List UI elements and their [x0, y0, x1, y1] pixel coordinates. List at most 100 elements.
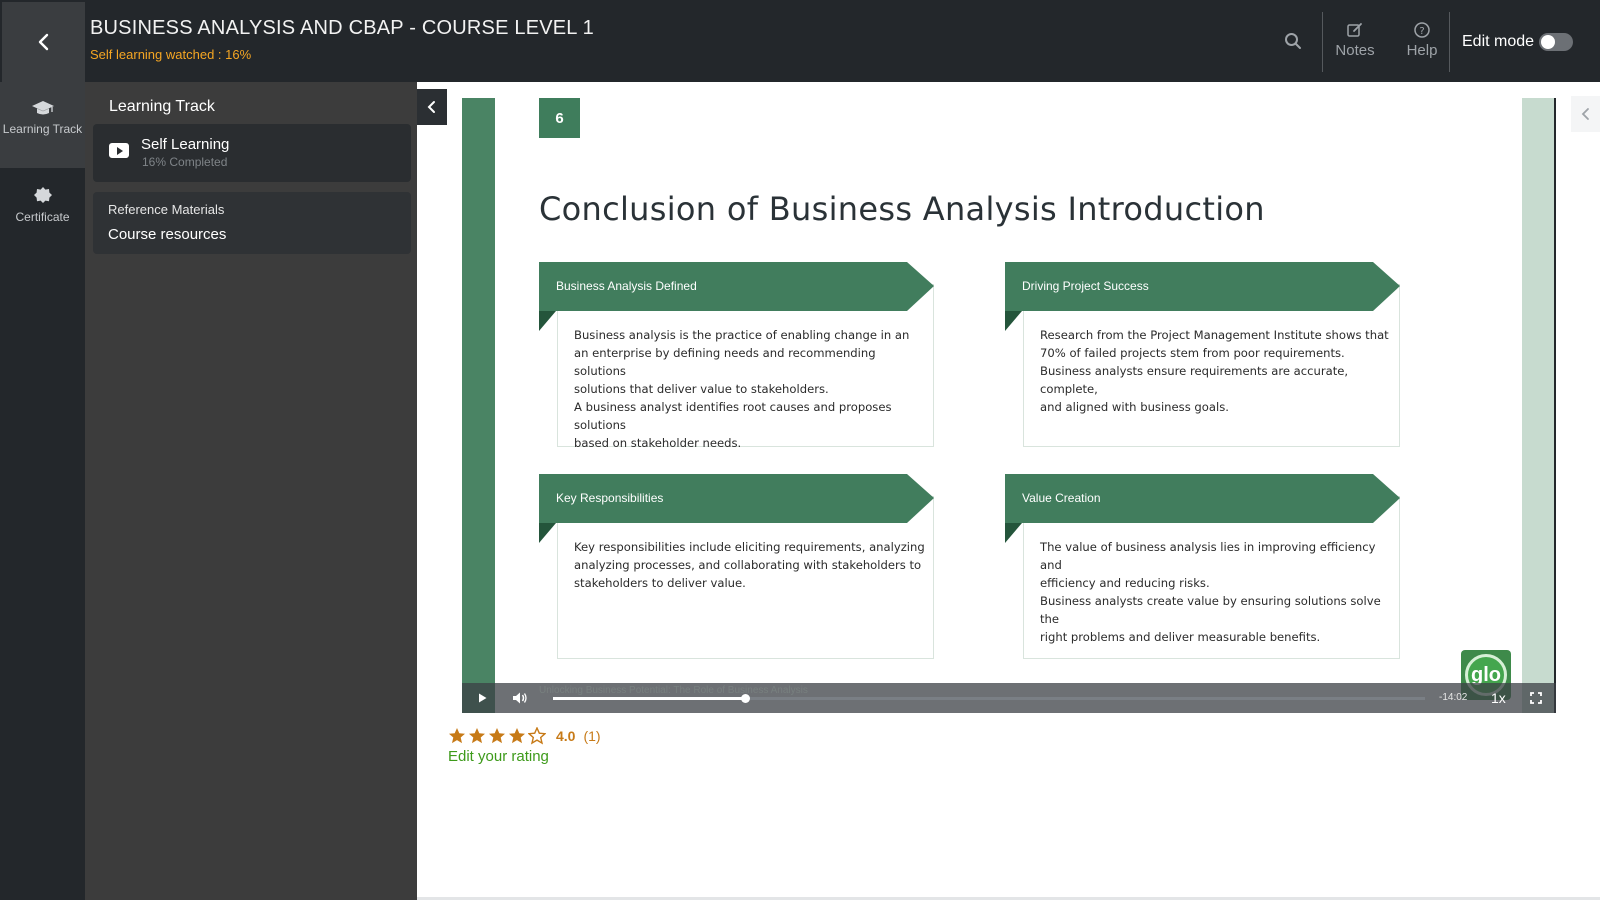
track-progress: 16% Completed: [142, 155, 228, 169]
play-button[interactable]: [468, 683, 496, 713]
slide-card: Key Responsibilities Key responsibilitie…: [539, 474, 934, 659]
card-line: Business analysis is the practice of ena…: [574, 328, 910, 342]
slide-number: 6: [539, 98, 580, 138]
chevron-left-icon: [427, 101, 435, 113]
star-empty-icon[interactable]: [528, 727, 546, 745]
star-filled-icon[interactable]: [508, 727, 526, 745]
slide-card: Business Analysis Defined Business analy…: [539, 262, 934, 450]
svg-text:?: ?: [1419, 26, 1424, 37]
seek-handle[interactable]: [740, 694, 750, 703]
course-title: BUSINESS ANALYSIS AND CBAP - COURSE LEVE…: [90, 17, 594, 39]
header-divider: [1449, 12, 1450, 72]
panel-title: Learning Track: [109, 98, 215, 115]
card-line: an enterprise by defining needs and reco…: [574, 346, 876, 378]
search-icon: [1285, 33, 1301, 49]
card-line: A business analyst identifies root cause…: [574, 400, 892, 432]
card-line: efficiency and reducing risks.: [1040, 576, 1210, 590]
card-line: right problems and deliver measurable be…: [1040, 630, 1321, 644]
star-filled-icon[interactable]: [468, 727, 486, 745]
star-filled-icon[interactable]: [448, 727, 466, 745]
fullscreen-icon: [1530, 692, 1542, 704]
graduation-cap-icon: [31, 101, 54, 115]
playback-speed-button[interactable]: 1x: [1491, 690, 1506, 706]
track-item-self-learning[interactable]: Self Learning 16% Completed: [93, 124, 411, 182]
rating-stars: [448, 727, 548, 745]
card-line: Key responsibilities include eliciting r…: [574, 540, 925, 554]
toggle-knob: [1541, 35, 1555, 49]
card-line: Research from the Project Management Ins…: [1040, 328, 1389, 342]
course-rating: 4.0 (1): [448, 727, 601, 745]
rail-item-certificate[interactable]: Certificate: [0, 186, 85, 236]
card-body: The value of business analysis lies in i…: [1040, 538, 1392, 646]
right-panel-toggle[interactable]: [1571, 96, 1600, 132]
card-line: Business analysts ensure requirements ar…: [1040, 364, 1349, 396]
slide-title: Conclusion of Business Analysis Introduc…: [539, 190, 1265, 228]
slide-footer-text: Unlocking Business Potential: The Role o…: [539, 685, 808, 696]
card-body: Business analysis is the practice of ena…: [574, 326, 926, 452]
card-body: Research from the Project Management Ins…: [1040, 326, 1392, 416]
chevron-left-icon: [38, 33, 48, 51]
card-line: solutions that deliver value to stakehol…: [574, 382, 829, 396]
reference-materials-card: Reference Materials Course resources: [93, 192, 411, 254]
seek-progress: [553, 697, 745, 700]
card-ribbon-fold: [1005, 311, 1022, 331]
card-line: analyzing processes, and collaborating w…: [574, 558, 922, 572]
card-heading: Key Responsibilities: [556, 491, 664, 505]
back-button[interactable]: [2, 2, 85, 82]
collapse-panel-button[interactable]: [417, 89, 447, 125]
edit-mode-toggle[interactable]: [1539, 33, 1573, 51]
slide-accent-bar: [1522, 98, 1554, 713]
card-heading: Business Analysis Defined: [556, 279, 697, 293]
time-remaining: -14:02: [1439, 692, 1468, 703]
learning-track-panel: Learning Track Self Learning 16% Complet…: [85, 82, 417, 900]
edit-icon: [1347, 23, 1362, 37]
rating-count: (1): [583, 728, 601, 744]
edit-mode-label: Edit mode: [1462, 33, 1535, 50]
slide-card: Driving Project Success Research from th…: [1005, 262, 1400, 447]
edit-rating-link[interactable]: Edit your rating: [448, 748, 549, 765]
chevron-left-icon: [1581, 108, 1589, 120]
notes-button[interactable]: Notes: [1325, 20, 1385, 68]
help-button[interactable]: ? Help: [1392, 20, 1452, 68]
card-heading: Value Creation: [1022, 491, 1101, 505]
reference-label: Reference Materials: [108, 202, 225, 217]
card-line: 70% of failed projects stem from poor re…: [1040, 346, 1345, 360]
rail-label: Certificate: [15, 210, 70, 224]
card-line: The value of business analysis lies in i…: [1040, 540, 1376, 572]
badge-icon: [33, 187, 52, 203]
card-line: Business analysts create value by ensuri…: [1040, 594, 1381, 626]
video-icon: [109, 143, 129, 158]
notes-label: Notes: [1335, 42, 1375, 59]
rail-item-learning-track[interactable]: Learning Track: [0, 82, 85, 168]
header-divider: [1322, 12, 1323, 72]
player-controls: Unlocking Business Potential: The Role o…: [462, 683, 1556, 713]
watched-progress-text: Self learning watched : 16%: [90, 47, 252, 62]
rating-value: 4.0: [556, 728, 576, 744]
help-label: Help: [1406, 42, 1438, 59]
card-ribbon-fold: [1005, 523, 1022, 543]
card-ribbon-fold: [539, 523, 556, 543]
card-line: stakeholders to deliver value.: [574, 576, 746, 590]
search-button[interactable]: [1280, 28, 1306, 54]
card-ribbon-fold: [539, 311, 556, 331]
volume-button[interactable]: [506, 683, 534, 713]
fullscreen-button[interactable]: [1524, 683, 1548, 713]
card-line: based on stakeholder needs.: [574, 436, 742, 450]
slide-accent-bar: [462, 98, 495, 713]
video-player[interactable]: 6 Conclusion of Business Analysis Introd…: [462, 98, 1556, 713]
left-rail: Learning Track Certificate: [0, 82, 85, 900]
volume-icon: [513, 692, 527, 704]
card-body: Key responsibilities include eliciting r…: [574, 538, 926, 592]
seek-bar[interactable]: [553, 694, 1425, 703]
slide-edge: [1554, 98, 1556, 713]
slide-card: Value Creation The value of business ana…: [1005, 474, 1400, 659]
rail-label: Learning Track: [2, 122, 83, 136]
top-header: BUSINESS ANALYSIS AND CBAP - COURSE LEVE…: [0, 0, 1600, 82]
card-heading: Driving Project Success: [1022, 279, 1149, 293]
play-icon: [479, 693, 487, 703]
course-resources-link[interactable]: Course resources: [108, 226, 226, 243]
help-icon: ?: [1414, 22, 1430, 38]
card-line: and aligned with business goals.: [1040, 400, 1229, 414]
track-name: Self Learning: [141, 136, 230, 153]
star-filled-icon[interactable]: [488, 727, 506, 745]
